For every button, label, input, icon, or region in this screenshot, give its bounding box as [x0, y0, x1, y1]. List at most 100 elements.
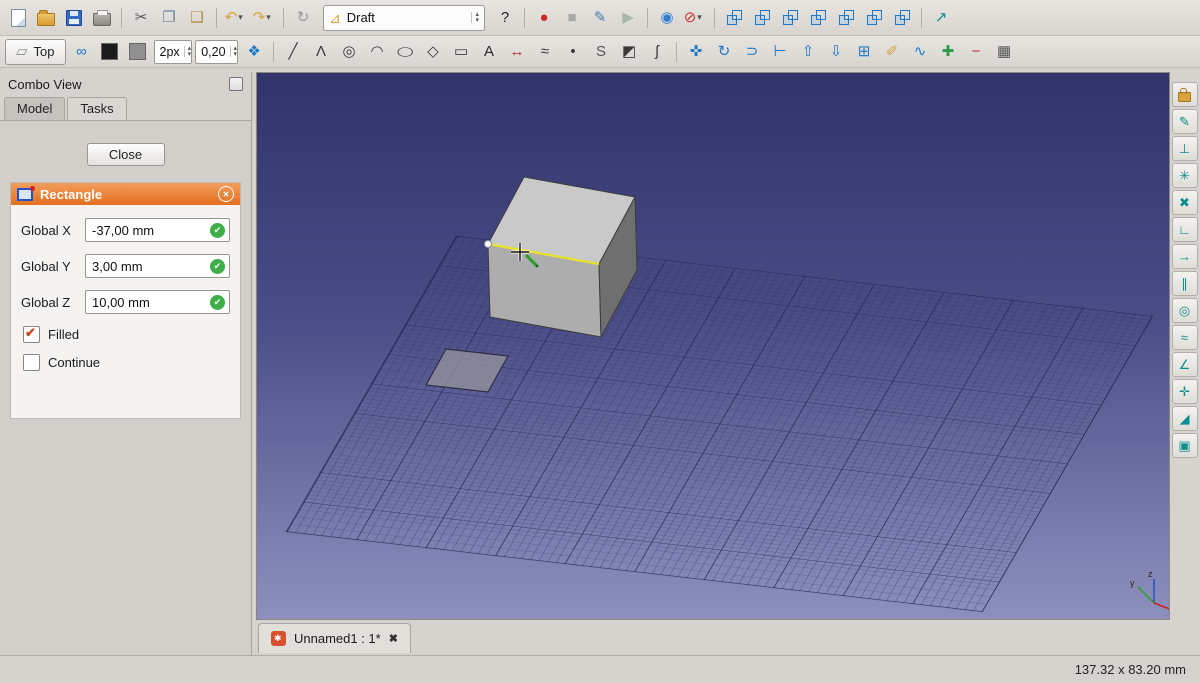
copy-icon: ❐: [162, 9, 176, 26]
redo-dropdown-icon[interactable]: [266, 12, 275, 23]
line-color-swatch[interactable]: [97, 39, 123, 65]
draft-line[interactable]: ╱: [280, 39, 306, 65]
workbench-selector[interactable]: ⊿ Draft: [323, 4, 485, 31]
refresh[interactable]: ↻: [290, 5, 316, 31]
draft-polygon[interactable]: ◇: [420, 39, 446, 65]
toggle-construction-mode[interactable]: ∞: [69, 39, 95, 65]
draft-wire-to-bspline[interactable]: ∿: [907, 39, 933, 65]
macro-execute-icon: ▶: [622, 9, 634, 26]
draft-edit[interactable]: ✐: [879, 39, 905, 65]
snap-parallel[interactable]: ∥: [1171, 271, 1198, 296]
draft-upgrade[interactable]: ⇧: [795, 39, 821, 65]
filled-checkbox[interactable]: [23, 325, 40, 343]
task-close-icon[interactable]: [218, 186, 234, 202]
scale-spinner-icon[interactable]: [229, 45, 238, 58]
snap-grid[interactable]: ✛: [1171, 379, 1198, 404]
draft-rectangle[interactable]: ▭: [448, 39, 474, 65]
3d-viewport[interactable]: z y x: [256, 72, 1170, 620]
draft-arc[interactable]: ◠: [364, 39, 390, 65]
combo-view-header: Combo View: [0, 72, 251, 96]
snap-extension[interactable]: →: [1171, 244, 1198, 269]
line-color-swatch-icon: [101, 43, 119, 60]
float-panel-button[interactable]: [229, 77, 243, 91]
draft-dimension[interactable]: ↔: [504, 39, 530, 65]
draft-rotate[interactable]: ↻: [711, 39, 737, 65]
draft-scale[interactable]: ⊞: [851, 39, 877, 65]
view-front[interactable]: [749, 5, 775, 31]
redo[interactable]: ↷: [251, 5, 277, 31]
draft-downgrade[interactable]: ⇩: [823, 39, 849, 65]
snap-center[interactable]: ✳: [1171, 163, 1198, 188]
new-document[interactable]: [5, 5, 31, 31]
measure-distance[interactable]: ↗: [928, 5, 954, 31]
undo-dropdown-icon[interactable]: [238, 12, 247, 23]
global-y-input[interactable]: 3,00 mm: [85, 254, 230, 278]
view-rear-icon: [838, 10, 854, 25]
tab-model[interactable]: Model: [4, 97, 66, 120]
snap-special[interactable]: ◎: [1171, 298, 1198, 323]
face-color-swatch[interactable]: [125, 39, 151, 65]
line-width-spinner-icon[interactable]: [183, 45, 192, 58]
macro-record[interactable]: ●: [531, 5, 557, 31]
draft-polyline[interactable]: Λ: [308, 39, 334, 65]
open-document[interactable]: [33, 5, 59, 31]
view-axonometric[interactable]: [721, 5, 747, 31]
draft-offset[interactable]: ⊃: [739, 39, 765, 65]
view-right[interactable]: [805, 5, 831, 31]
draft-point[interactable]: •: [560, 39, 586, 65]
global-z-input[interactable]: 10,00 mm: [85, 290, 230, 314]
draft-move[interactable]: ✜: [683, 39, 709, 65]
scale-input[interactable]: 0,20: [195, 39, 239, 64]
draft-add-point[interactable]: ✚: [935, 39, 961, 65]
draft-shape-2d-view[interactable]: ▦: [991, 39, 1017, 65]
snap-intersection[interactable]: ✖: [1171, 190, 1198, 215]
close-task-button[interactable]: Close: [86, 143, 165, 166]
macro-stop[interactable]: ■: [559, 5, 585, 31]
whats-this[interactable]: ?: [492, 5, 518, 31]
snap-ortho[interactable]: ∠: [1171, 352, 1198, 377]
line-width-input[interactable]: 2px: [153, 39, 193, 64]
snap-lock[interactable]: [1171, 82, 1198, 107]
draft-add-point-icon: ✚: [941, 43, 955, 60]
macro-execute[interactable]: ▶: [615, 5, 641, 31]
save-document[interactable]: [61, 5, 87, 31]
zoom-fit-all[interactable]: ◉: [654, 5, 680, 31]
snap-near[interactable]: ≈: [1171, 325, 1198, 350]
rectangle-object[interactable]: [425, 348, 509, 393]
draft-trimex[interactable]: ⊢: [767, 39, 793, 65]
apply-current-style[interactable]: ❖: [241, 39, 267, 65]
continue-checkbox[interactable]: [23, 354, 40, 371]
close-document-icon[interactable]: [389, 632, 398, 645]
snap-dimensions[interactable]: ▣: [1171, 433, 1198, 458]
draft-facebinder[interactable]: ◩: [616, 39, 642, 65]
draft-ellipse[interactable]: ◯: [392, 39, 418, 65]
draw-style-dropdown-icon[interactable]: [697, 12, 706, 23]
cut[interactable]: ✂: [128, 5, 154, 31]
snap-perpendicular[interactable]: ∟: [1171, 217, 1198, 242]
draw-style[interactable]: ⊘: [682, 5, 708, 31]
draft-text[interactable]: A: [476, 39, 502, 65]
draft-bspline[interactable]: ≈: [532, 39, 558, 65]
print-document[interactable]: [89, 5, 115, 31]
snap-endpoint[interactable]: ✎: [1171, 109, 1198, 134]
global-x-label: Global X: [21, 222, 71, 238]
snap-midpoint[interactable]: ⊥: [1171, 136, 1198, 161]
draft-remove-point[interactable]: −: [963, 39, 989, 65]
draft-bezier[interactable]: ʃ: [644, 39, 670, 65]
global-x-input[interactable]: -37,00 mm: [85, 218, 230, 242]
draft-shapestring[interactable]: S: [588, 39, 614, 65]
workbench-spinner-icon[interactable]: [471, 11, 479, 24]
macro-edit[interactable]: ✎: [587, 5, 613, 31]
undo[interactable]: ↶: [223, 5, 249, 31]
working-plane-button[interactable]: ▱ Top: [5, 38, 66, 65]
view-left[interactable]: [889, 5, 915, 31]
view-top[interactable]: [777, 5, 803, 31]
paste[interactable]: ❑: [184, 5, 210, 31]
snap-working-plane[interactable]: ◢: [1171, 406, 1198, 431]
copy[interactable]: ❐: [156, 5, 182, 31]
view-rear[interactable]: [833, 5, 859, 31]
tab-tasks[interactable]: Tasks: [67, 97, 127, 120]
document-tab[interactable]: Unnamed1 : 1*: [258, 623, 411, 653]
draft-circle[interactable]: ◎: [336, 39, 362, 65]
view-bottom[interactable]: [861, 5, 887, 31]
